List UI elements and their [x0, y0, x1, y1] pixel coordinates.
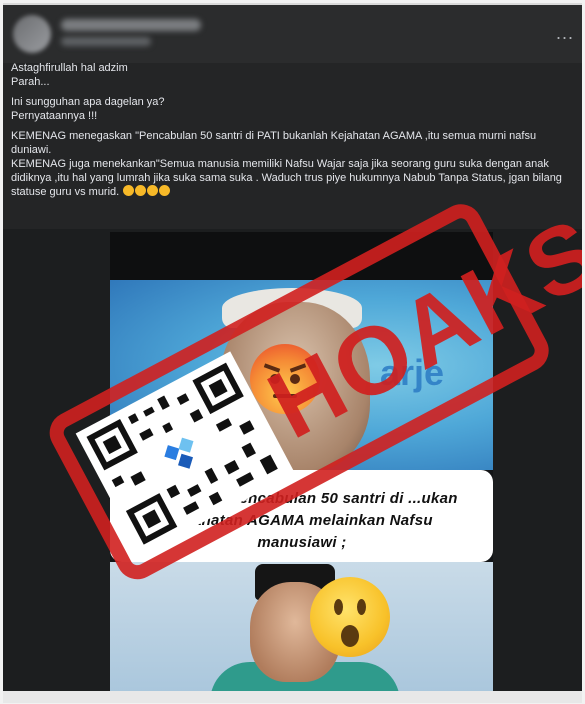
emoji-eye — [270, 374, 280, 384]
emoji-eye — [357, 599, 366, 615]
caption-line: Parah... — [11, 76, 50, 88]
caption-line: KEMENAG menegaskan "Pencabulan 50 santri… — [11, 130, 537, 156]
bottom-edge-bar — [3, 691, 582, 703]
post-header: ... — [3, 5, 582, 63]
caption-line: Pernyataannya !!! — [11, 110, 98, 122]
laughing-emoji-icon — [123, 185, 135, 196]
emoji-brow — [263, 363, 281, 373]
blurred-post-meta — [61, 37, 151, 46]
laughing-emoji-icon — [135, 185, 147, 196]
facebook-post: ... Astaghfirullah hal adzim Parah... In… — [3, 3, 582, 703]
blurred-avatar[interactable] — [13, 15, 51, 53]
caption-line: KEMENAG juga menekankan"Semua manusia me… — [11, 158, 562, 198]
laughing-emoji-icon — [147, 185, 159, 196]
post-media[interactable]: arje ...egaskan"Pencabulan 50 santri di … — [3, 229, 582, 703]
laughing-emoji-icon — [159, 185, 171, 196]
emoji-eye — [334, 599, 343, 615]
quote-banner-text: ...egaskan"Pencabulan 50 santri di ...uk… — [146, 490, 458, 551]
caption-line: Astaghfirullah hal adzim — [11, 62, 128, 74]
shocked-face-emoji-icon — [310, 577, 390, 657]
more-options-button[interactable]: ... — [556, 23, 574, 44]
background-logo-text: arje — [380, 352, 445, 393]
emoji-mouth — [273, 394, 297, 398]
image-dark-top — [110, 232, 493, 282]
blurred-author-name[interactable] — [61, 19, 201, 31]
post-caption: Astaghfirullah hal adzim Parah... Ini su… — [11, 61, 577, 199]
angry-face-emoji-icon — [250, 344, 320, 414]
post-image[interactable]: arje ...egaskan"Pencabulan 50 santri di … — [110, 232, 493, 697]
emoji-brow — [289, 363, 307, 373]
emoji-mouth — [341, 625, 359, 647]
emoji-eye — [290, 374, 300, 384]
screenshot-frame: ... Astaghfirullah hal adzim Parah... In… — [0, 0, 585, 704]
caption-line: Ini sungguhan apa dagelan ya? — [11, 96, 165, 108]
